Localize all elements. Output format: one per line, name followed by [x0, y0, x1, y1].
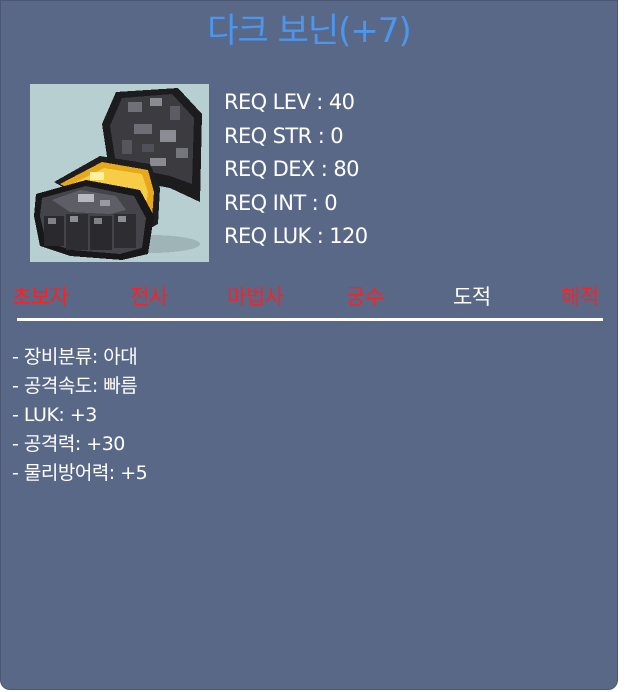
- job-beginner: 초보자: [12, 285, 69, 309]
- job-list: 초보자 전사 마법사 궁수 도적 해적: [1, 281, 619, 311]
- job-magician: 마법사: [227, 285, 284, 309]
- job-warrior: 전사: [130, 285, 168, 309]
- stat-category: - 장비분류: 아대: [12, 346, 138, 368]
- item-tooltip: 다크 보닌(+7) REQ LEV: 40 REQ STR: 0 REQ D…: [0, 0, 618, 690]
- requirements-list: REQ LEV : 40 REQ STR : 0 REQ DEX : 80 RE…: [224, 87, 368, 255]
- stat-defense: - 물리방어력: +5: [12, 462, 148, 484]
- req-int: REQ INT : 0: [224, 190, 338, 215]
- req-dex: REQ DEX : 80: [224, 157, 359, 181]
- req-level: REQ LEV : 40: [224, 90, 355, 114]
- req-str: REQ STR : 0: [224, 123, 344, 148]
- dark-claw-glove-icon: [34, 88, 202, 260]
- item-image-frame: [30, 84, 209, 262]
- stats-list: - 장비분류: 아대 - 공격속도: 빠름 - LUK: +3 - 공격력: +…: [12, 343, 148, 488]
- stat-attack-speed: - 공격속도: 빠름: [12, 375, 138, 397]
- job-thief: 도적: [453, 285, 491, 309]
- stat-attack: - 공격력: +30: [12, 433, 125, 455]
- job-bowman: 궁수: [346, 285, 384, 309]
- req-luk: REQ LUK : 120: [224, 224, 368, 248]
- stat-luk: - LUK: +3: [12, 404, 97, 426]
- job-pirate: 해적: [561, 285, 599, 309]
- divider: [17, 318, 603, 321]
- item-title: 다크 보닌(+7): [207, 11, 412, 51]
